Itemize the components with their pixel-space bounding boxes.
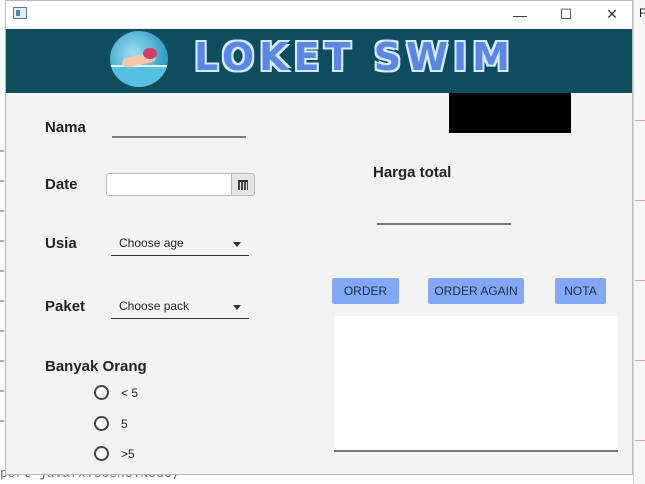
people-count-label: Banyak Orang xyxy=(45,358,147,375)
people-option-radio[interactable] xyxy=(94,385,109,400)
app-title: LOKET SWIM xyxy=(194,35,515,79)
app-window: — ☐ ✕ LOKET SWIM Nama Date Usia Choose a… xyxy=(5,0,633,475)
date-label: Date xyxy=(45,176,78,193)
total-price-label: Harga total xyxy=(373,164,452,181)
chevron-down-icon xyxy=(233,305,241,310)
order-button[interactable]: ORDER xyxy=(332,278,399,304)
ide-background-char: F xyxy=(639,6,645,20)
ide-background-right: F xyxy=(633,0,645,484)
nota-button[interactable]: NOTA xyxy=(555,278,606,304)
chevron-down-icon xyxy=(233,242,241,247)
people-option-label: >5 xyxy=(121,447,135,461)
package-select[interactable]: Choose pack xyxy=(111,297,249,319)
minimize-button[interactable]: — xyxy=(497,1,543,28)
order-again-button[interactable]: ORDER AGAIN xyxy=(428,278,524,304)
calendar-button[interactable] xyxy=(231,173,255,196)
name-label: Nama xyxy=(45,119,86,136)
package-select-value: Choose pack xyxy=(119,299,190,313)
name-field[interactable] xyxy=(112,136,246,138)
package-label: Paket xyxy=(45,298,86,315)
close-button[interactable]: ✕ xyxy=(589,1,632,28)
maximize-button[interactable]: ☐ xyxy=(543,1,589,28)
people-option-label: < 5 xyxy=(121,386,139,400)
receipt-textarea[interactable] xyxy=(334,316,618,452)
age-select-value: Choose age xyxy=(119,236,184,250)
calendar-icon xyxy=(238,179,248,190)
people-option-radio[interactable] xyxy=(94,446,109,461)
date-input[interactable] xyxy=(106,173,232,196)
swimmer-logo-icon xyxy=(110,31,168,87)
app-window-icon xyxy=(13,7,27,19)
people-option-label: 5 xyxy=(121,417,128,431)
age-label: Usia xyxy=(45,235,77,252)
people-option-radio[interactable] xyxy=(94,416,109,431)
header-banner: LOKET SWIM xyxy=(6,29,632,93)
age-select[interactable]: Choose age xyxy=(111,234,249,256)
total-price-field xyxy=(377,223,511,225)
title-bar[interactable]: — ☐ ✕ xyxy=(6,1,632,28)
image-placeholder xyxy=(449,93,571,133)
